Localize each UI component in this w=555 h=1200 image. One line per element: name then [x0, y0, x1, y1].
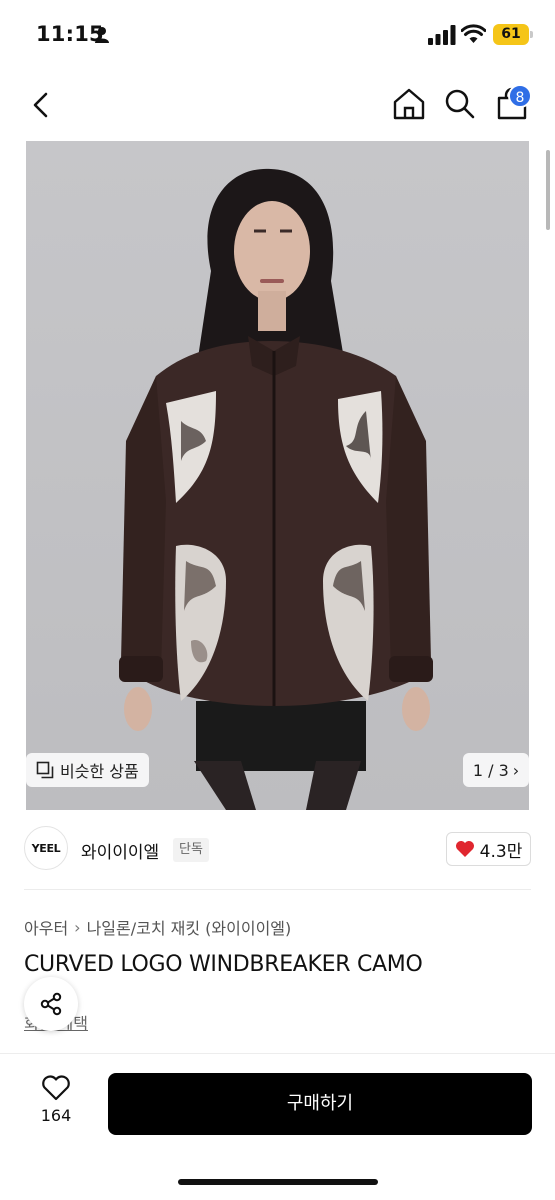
- status-bar: 11:15 61: [0, 0, 555, 70]
- cart-count-badge: 8: [508, 84, 532, 108]
- similar-products-label: 비슷한 상품: [60, 762, 139, 781]
- heart-filled-icon: [455, 841, 474, 857]
- person-icon: [95, 27, 109, 43]
- cellular-signal-icon: [428, 25, 456, 45]
- search-icon[interactable]: [444, 87, 476, 121]
- heart-outline-icon: [42, 1075, 70, 1101]
- brand-logo[interactable]: YEEL: [24, 826, 68, 870]
- brand-like-count: 4.3만: [479, 841, 523, 862]
- bottom-action-bar: 164 구매하기: [0, 1053, 555, 1200]
- home-icon[interactable]: [392, 87, 426, 121]
- chevron-right-icon: ›: [74, 917, 81, 937]
- buy-button[interactable]: 구매하기: [108, 1073, 532, 1135]
- product-image[interactable]: [26, 141, 529, 810]
- chevron-right-icon: ›: [512, 760, 520, 780]
- breadcrumb: 아우터 › 나일론/코치 재킷 (와이이이엘): [24, 915, 291, 939]
- back-arrow-icon[interactable]: [26, 88, 56, 122]
- image-page-counter[interactable]: 1 / 3 ›: [463, 753, 529, 787]
- similar-items-icon: [36, 761, 54, 779]
- exclusive-badge: 단독: [173, 838, 209, 862]
- wishlist-button[interactable]: 164: [30, 1074, 82, 1134]
- wifi-icon: [461, 24, 486, 43]
- home-indicator[interactable]: [178, 1179, 378, 1185]
- battery-tip: [530, 31, 533, 38]
- share-button[interactable]: [24, 977, 78, 1031]
- breadcrumb-category[interactable]: 아우터: [24, 915, 68, 939]
- brand-name[interactable]: 와이이이엘: [81, 838, 159, 863]
- brand-row: YEEL 와이이이엘 단독 4.3만: [24, 826, 531, 874]
- product-title: CURVED LOGO WINDBREAKER CAMO: [24, 952, 423, 977]
- product-photo: [26, 141, 529, 810]
- share-icon: [40, 992, 62, 1016]
- battery-indicator: 61: [493, 24, 529, 45]
- similar-products-button[interactable]: 비슷한 상품: [26, 753, 149, 787]
- nav-bar: 8: [0, 70, 555, 140]
- brand-like-button[interactable]: 4.3만: [446, 832, 531, 866]
- divider: [24, 889, 531, 890]
- page-indicator-text: 1 / 3: [472, 760, 509, 780]
- wishlist-count: 164: [40, 1106, 72, 1125]
- scroll-indicator: [546, 150, 550, 230]
- breadcrumb-subcategory[interactable]: 나일론/코치 재킷 (와이이이엘): [87, 915, 292, 939]
